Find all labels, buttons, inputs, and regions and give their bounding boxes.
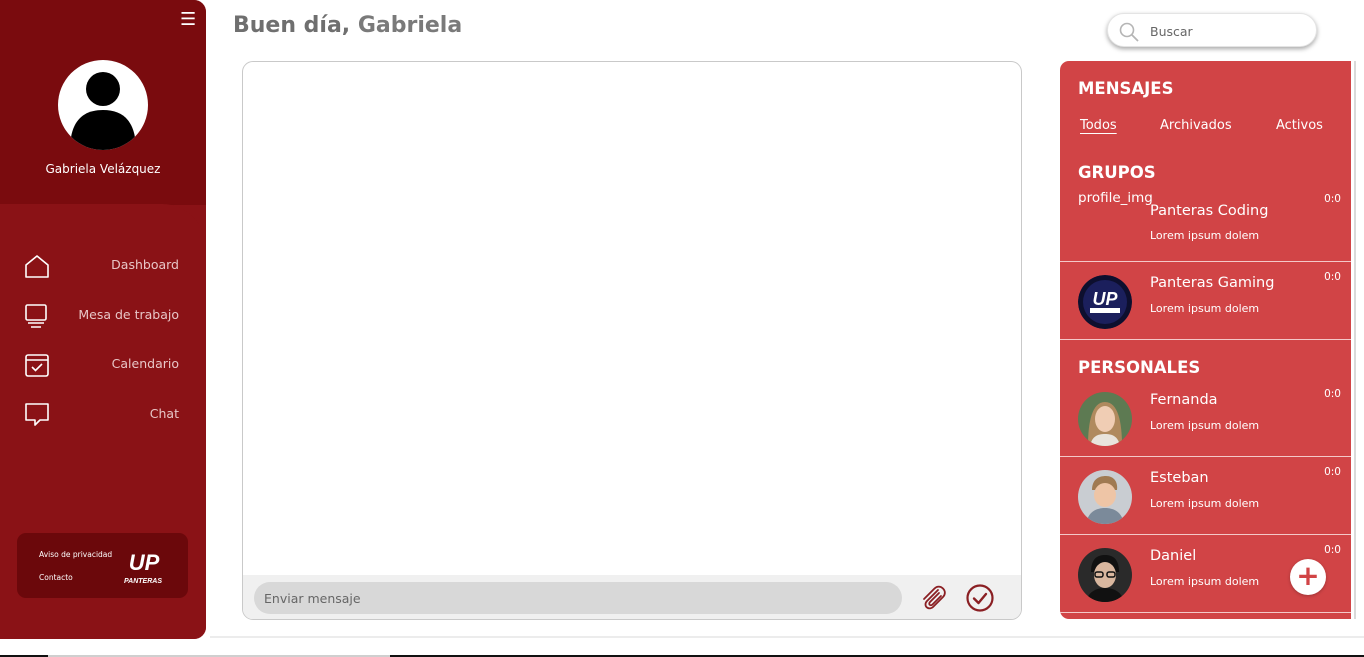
contact-name: Panteras Gaming — [1150, 275, 1275, 291]
svg-text:UP: UP — [1092, 289, 1118, 309]
contact-time: 0:0 — [1324, 466, 1341, 478]
contact-preview: Lorem ipsum dolem — [1150, 302, 1260, 315]
daniel-photo — [1078, 548, 1132, 602]
avatar[interactable] — [58, 60, 148, 150]
sidebar-item-calendario[interactable]: Calendario — [0, 344, 206, 384]
contact-preview: Lorem ipsum dolem — [1150, 575, 1260, 588]
sidebar-item-label: Chat — [149, 406, 179, 421]
contact-link[interactable]: Contacto — [39, 573, 73, 582]
sidebar-item-label: Dashboard — [111, 257, 179, 272]
privacy-link[interactable]: Aviso de privacidad — [39, 550, 112, 559]
sidebar-item-label: Calendario — [111, 356, 179, 371]
divider — [210, 636, 1364, 638]
sidebar-item-dashboard[interactable]: Dashboard — [0, 245, 206, 285]
contact-name: Daniel — [1150, 548, 1197, 564]
divider — [1060, 534, 1351, 535]
greeting-prefix: Buen día, — [233, 13, 351, 38]
divider — [1060, 456, 1351, 457]
greeting-name: Gabriela — [350, 13, 463, 38]
divider — [1060, 612, 1351, 613]
logo-text: UP — [129, 550, 160, 575]
calendar-check-icon — [25, 354, 49, 377]
sidebar-item-label: Mesa de trabajo — [78, 307, 179, 322]
sidebar-item-chat[interactable]: Chat — [0, 394, 206, 434]
sidebar-item-mesa-de-trabajo[interactable]: Mesa de trabajo — [0, 295, 206, 335]
contact-item-panteras-coding[interactable]: profile_img Panteras Coding Lorem ipsum … — [1060, 183, 1351, 261]
contact-name: Panteras Coding — [1150, 203, 1269, 219]
plus-icon: + — [1296, 559, 1320, 592]
search-input[interactable] — [1150, 21, 1300, 41]
logo-subtext: PANTERAS — [124, 578, 162, 585]
avatar — [1078, 470, 1132, 524]
user-name: Gabriela Velázquez — [45, 162, 161, 176]
contact-time: 0:0 — [1324, 544, 1341, 556]
tab-activos[interactable]: Activos — [1276, 118, 1323, 133]
groups-title: GRUPOS — [1078, 163, 1156, 182]
search-icon[interactable] — [1118, 21, 1140, 43]
contact-item-fernanda[interactable]: Fernanda Lorem ipsum dolem 0:0 — [1060, 380, 1351, 458]
chat-bubble-icon — [25, 403, 49, 426]
sidebar-footer-card: Aviso de privacidad Contacto UP PANTERAS — [17, 533, 188, 598]
avatar — [1078, 392, 1132, 446]
app-root: ☰ Gabriela Velázquez Dashboard Mesa de t… — [0, 0, 1364, 657]
avatar — [1078, 548, 1132, 602]
contact-name: Esteban — [1150, 470, 1209, 486]
page-title: Buen día, Gabriela — [233, 13, 462, 38]
paperclip-icon[interactable] — [917, 582, 949, 614]
messages-title: MENSAJES — [1078, 79, 1174, 98]
divider — [1060, 261, 1351, 262]
contact-time: 0:0 — [1324, 193, 1341, 205]
fernanda-photo — [1078, 392, 1132, 446]
contact-time: 0:0 — [1324, 271, 1341, 283]
contact-preview: Lorem ipsum dolem — [1150, 497, 1260, 510]
messages-panel: MENSAJES Todos Archivados Activos GRUPOS… — [1060, 61, 1351, 619]
panel-scrollbar[interactable] — [1354, 61, 1356, 619]
divider — [1060, 339, 1351, 340]
contact-preview: Lorem ipsum dolem — [1150, 229, 1260, 242]
home-icon — [25, 255, 49, 278]
user-silhouette-icon — [70, 72, 136, 150]
hamburger-icon[interactable]: ☰ — [180, 10, 196, 30]
contact-time: 0:0 — [1324, 388, 1341, 400]
contact-item-esteban[interactable]: Esteban Lorem ipsum dolem 0:0 — [1060, 458, 1351, 536]
sidebar: ☰ Gabriela Velázquez Dashboard Mesa de t… — [0, 0, 206, 639]
up-panteras-logo: UP PANTERAS — [124, 550, 162, 585]
contact-name: Fernanda — [1150, 392, 1218, 408]
panteras-gaming-logo: UP — [1078, 275, 1132, 329]
chat-input-bar — [243, 575, 1021, 619]
avatar: UP — [1078, 275, 1132, 329]
personal-title: PERSONALES — [1078, 358, 1201, 377]
monitor-icon — [25, 304, 47, 328]
chat-window — [242, 61, 1022, 620]
tab-archivados[interactable]: Archivados — [1160, 118, 1232, 133]
tab-todos[interactable]: Todos — [1080, 118, 1117, 133]
contact-preview: Lorem ipsum dolem — [1150, 419, 1260, 432]
search-bar[interactable] — [1107, 13, 1317, 47]
message-input[interactable] — [254, 582, 902, 614]
contact-item-panteras-gaming[interactable]: UP Panteras Gaming Lorem ipsum dolem 0:0 — [1060, 263, 1351, 341]
add-chat-button[interactable]: + — [1290, 559, 1326, 595]
check-circle-icon[interactable] — [964, 582, 996, 614]
esteban-photo — [1078, 470, 1132, 524]
